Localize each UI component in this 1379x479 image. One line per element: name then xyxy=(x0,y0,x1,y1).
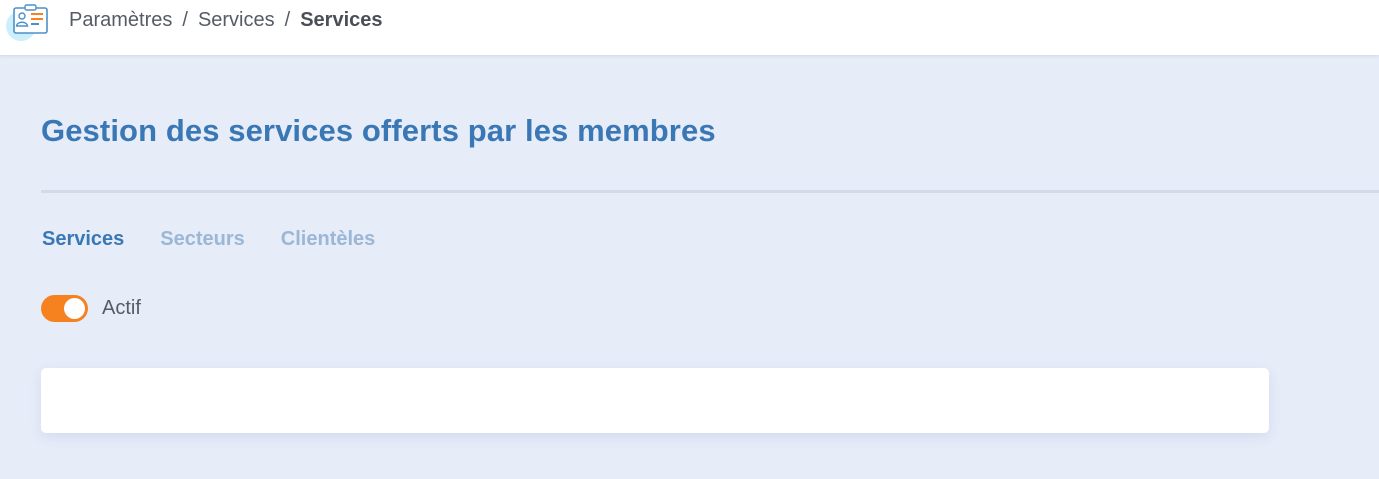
tab-clienteles[interactable]: Clientèles xyxy=(281,228,375,251)
tab-services[interactable]: Services xyxy=(42,228,124,251)
active-toggle[interactable] xyxy=(41,295,88,322)
breadcrumb-item-parametres[interactable]: Paramètres xyxy=(69,9,172,32)
page-title: Gestion des services offerts par les mem… xyxy=(41,113,716,148)
breadcrumb-separator: / xyxy=(284,9,291,31)
services-list-panel xyxy=(41,368,1269,433)
breadcrumb-current: Services xyxy=(300,9,383,31)
title-divider xyxy=(41,190,1379,193)
tab-bar: Services Secteurs Clientèles xyxy=(42,228,375,251)
breadcrumb-separator: / xyxy=(182,9,188,31)
tab-secteurs[interactable]: Secteurs xyxy=(160,228,245,251)
top-bar: Paramètres / Services / Services xyxy=(0,0,1379,55)
main-content: Gestion des services offerts par les mem… xyxy=(0,55,1379,479)
active-toggle-label: Actif xyxy=(102,297,141,319)
active-filter: Actif xyxy=(41,295,141,322)
id-card-icon[interactable] xyxy=(4,2,50,42)
toggle-knob xyxy=(64,298,85,319)
breadcrumb-item-services[interactable]: Services xyxy=(198,9,275,32)
breadcrumb: Paramètres / Services / Services xyxy=(69,9,383,32)
